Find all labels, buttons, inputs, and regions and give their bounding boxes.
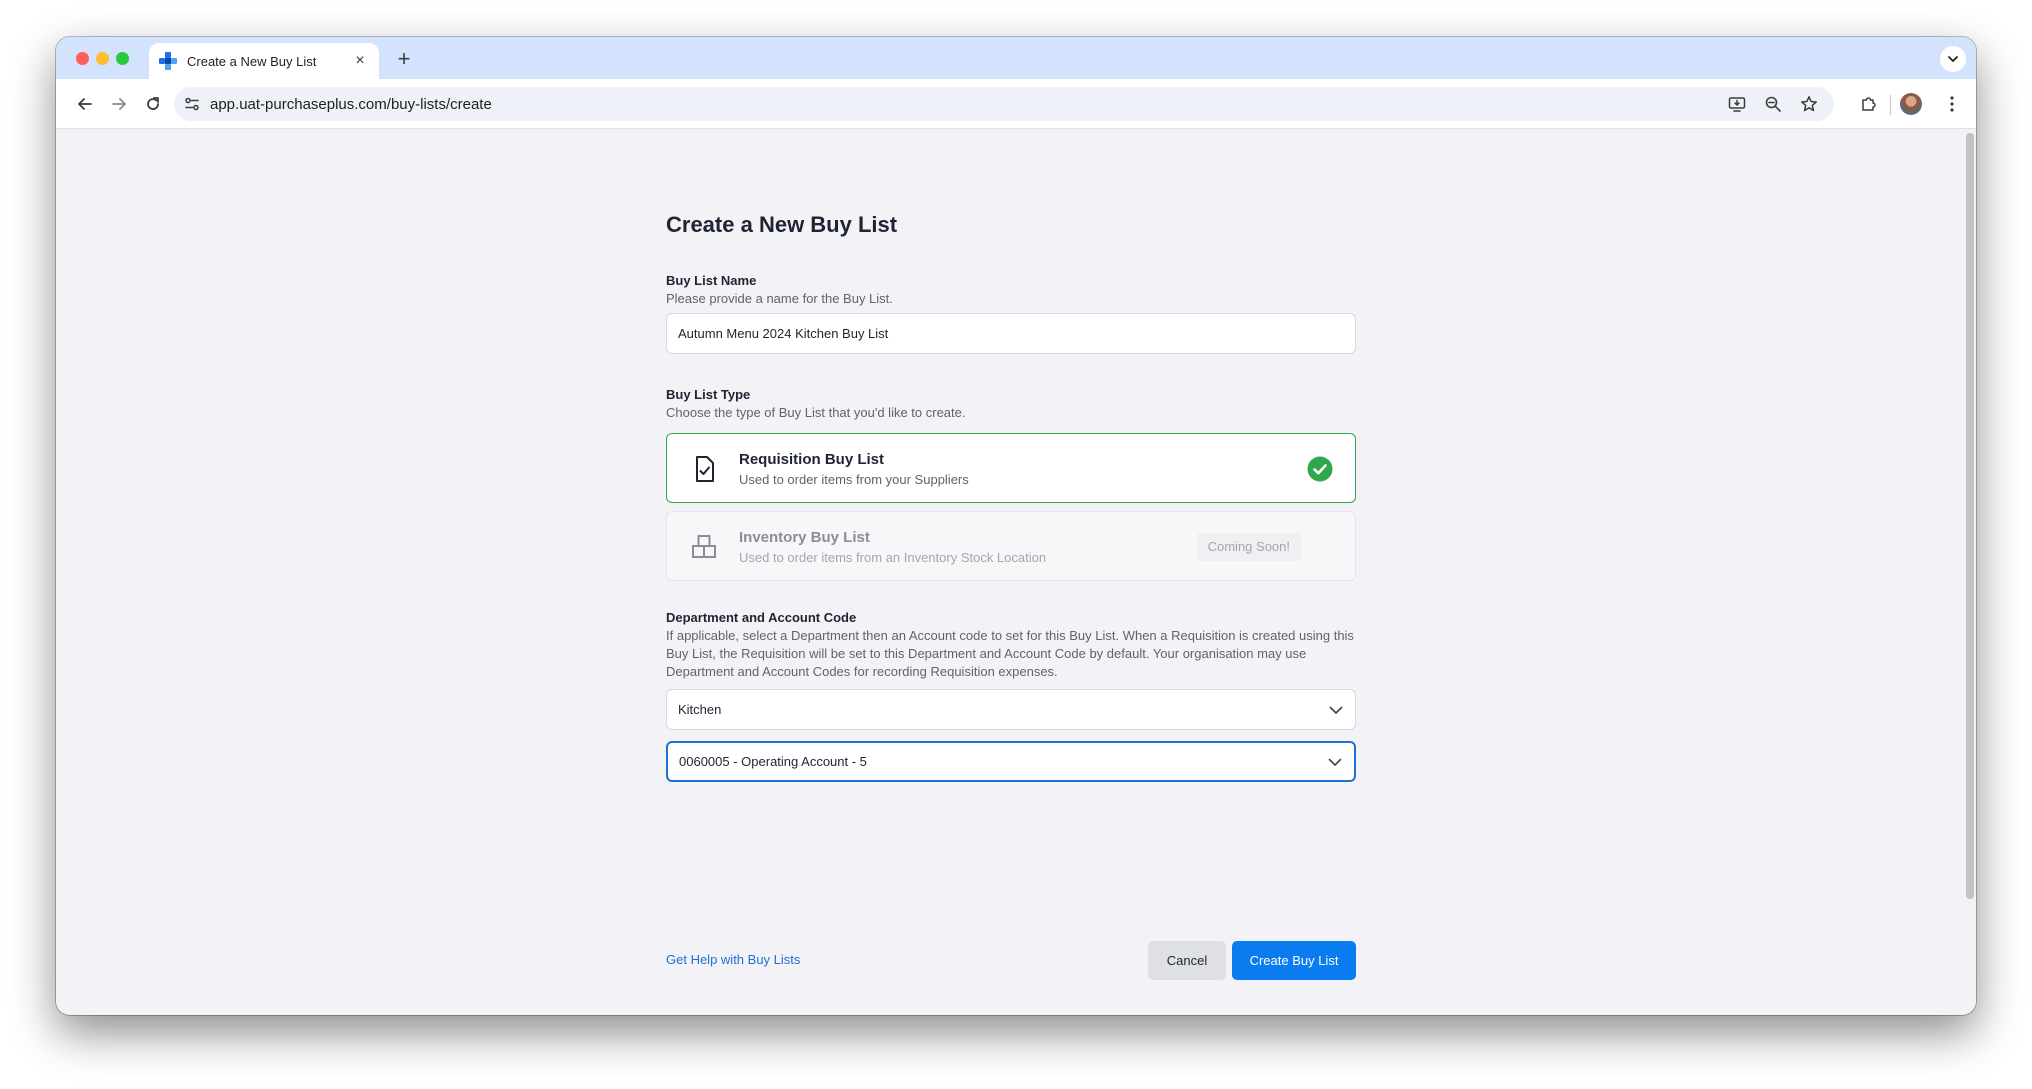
puzzle-icon [1862,97,1876,111]
address-bar[interactable]: app.uat-purchaseplus.com/buy-lists/creat… [174,87,1834,121]
install-app-button[interactable] [1726,93,1748,115]
arrow-left-icon [78,98,92,110]
create-buy-list-button[interactable]: Create Buy List [1232,941,1356,980]
install-app-icon [1728,97,1746,112]
inventory-option-subtitle: Used to order items from an Inventory St… [739,550,1047,565]
coming-soon-badge: Coming Soon! [1196,533,1301,561]
forward-button[interactable] [106,91,132,117]
browser-window: Create a New Buy List × + app.uat-purcha… [56,37,1976,1015]
boxes-icon [692,535,716,558]
tab-title: Create a New Buy List [187,53,317,69]
tab-bar: Create a New Buy List × + [56,37,1976,79]
zoom-button[interactable] [1762,93,1784,115]
help-buy-lists-link[interactable]: Get Help with Buy Lists [666,952,800,967]
browser-tab-active[interactable]: Create a New Buy List × [149,43,379,79]
close-window-button[interactable] [76,52,89,65]
buy-list-type-help: Choose the type of Buy List that you'd l… [666,405,966,420]
browser-toolbar: app.uat-purchaseplus.com/buy-lists/creat… [56,79,1976,129]
bookmark-button[interactable] [1798,93,1820,115]
document-check-icon [696,456,714,482]
zoom-out-icon [1765,96,1781,112]
toolbar-divider [1890,95,1891,115]
inventory-option-title: Inventory Buy List [739,529,870,546]
site-settings-icon[interactable] [184,96,200,112]
profile-avatar[interactable] [1900,93,1922,115]
chevron-down-icon [1328,758,1342,766]
requisition-buy-list-option[interactable]: Requisition Buy List Used to order items… [666,433,1356,503]
chevron-down-icon [1329,706,1343,714]
purchaseplus-favicon-icon [159,52,177,70]
chevron-down-icon [1948,56,1958,63]
department-account-label: Department and Account Code [666,610,857,625]
maximize-window-button[interactable] [116,52,129,65]
page-viewport: Create a New Buy List Buy List Name Plea… [56,129,1976,1015]
tab-search-button[interactable] [1940,46,1966,72]
minimize-window-button[interactable] [96,52,109,65]
account-code-select-value: 0060005 - Operating Account - 5 [679,754,867,769]
back-button[interactable] [72,91,98,117]
requisition-option-title: Requisition Buy List [739,451,885,468]
cancel-button[interactable]: Cancel [1148,941,1226,980]
page-title: Create a New Buy List [666,212,898,237]
department-select[interactable]: Kitchen [666,689,1356,730]
more-vertical-icon [1950,96,1954,112]
reload-button[interactable] [140,91,166,117]
buy-list-type-label: Buy List Type [666,387,751,402]
requisition-option-subtitle: Used to order items from your Suppliers [739,472,969,487]
new-tab-button[interactable]: + [390,45,418,73]
buy-list-name-help: Please provide a name for the Buy List. [666,291,893,306]
arrow-right-icon [112,98,126,110]
extensions-button[interactable] [1856,91,1882,117]
department-account-help: If applicable, select a Department then … [666,628,1354,679]
department-select-value: Kitchen [678,702,722,717]
page-scrollbar[interactable] [1966,133,1974,899]
account-code-select[interactable]: 0060005 - Operating Account - 5 [666,741,1356,782]
star-icon [1801,96,1817,112]
buy-list-name-label: Buy List Name [666,273,757,288]
buy-list-name-input[interactable] [666,313,1356,354]
url-text[interactable]: app.uat-purchaseplus.com/buy-lists/creat… [210,96,492,113]
browser-menu-button[interactable] [1942,91,1962,117]
check-circle-icon [1307,456,1333,482]
reload-icon [147,97,159,110]
inventory-buy-list-option: Inventory Buy List Used to order items f… [666,511,1356,581]
tab-close-icon[interactable]: × [351,52,369,70]
